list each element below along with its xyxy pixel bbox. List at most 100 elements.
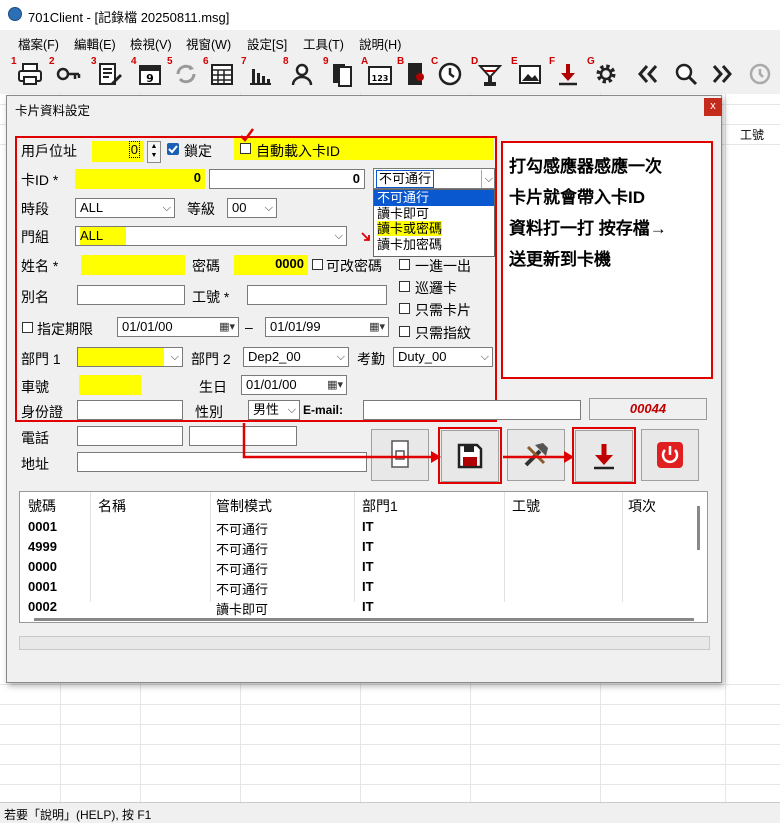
menu-settings[interactable]: 設定[S] [247, 34, 287, 53]
cell-dept: IT [362, 579, 374, 594]
cards-button[interactable]: 9 [323, 56, 358, 90]
callout-line: 送更新到卡機 [509, 250, 611, 269]
door-button[interactable]: B [397, 56, 432, 90]
toolbar-number: 8 [283, 56, 289, 67]
table-row[interactable]: 0001 不可通行 IT [20, 518, 707, 537]
toolbar-number: B [397, 56, 405, 67]
dialog-status-strip [19, 636, 710, 650]
table-header[interactable]: 名稱 [98, 496, 126, 516]
toolbar-number: A [361, 56, 369, 67]
table-header[interactable]: 號碼 [28, 496, 56, 516]
cell-number: 4999 [28, 539, 57, 554]
key-button[interactable]: 2 [49, 56, 84, 90]
clock-button[interactable]: C [431, 56, 466, 90]
horizontal-scrollbar[interactable] [34, 618, 694, 621]
schedule-grid-icon [211, 64, 233, 85]
status-text: 若要「說明」(HELP), 按 F1 [4, 808, 152, 822]
cell-mode: 不可通行 [216, 522, 269, 537]
menu-file[interactable]: 檔案(F) [18, 34, 59, 53]
pass-mode-option[interactable]: 讀卡加密碼 [374, 237, 494, 253]
vertical-scrollbar[interactable] [697, 506, 700, 550]
gear-icon [596, 64, 616, 84]
toolbar-number: G [587, 56, 595, 67]
first-page-button[interactable] [632, 58, 664, 90]
person-button[interactable]: 8 [283, 56, 318, 90]
contact-card-button[interactable]: A 123 [361, 56, 396, 90]
toolbar-number: C [431, 56, 439, 67]
refresh-icon [176, 64, 196, 84]
refresh-button[interactable]: 5 [167, 56, 202, 90]
menu-tools[interactable]: 工具(T) [303, 34, 344, 53]
table-header[interactable]: 項次 [628, 496, 656, 516]
menu-help[interactable]: 說明(H) [359, 34, 401, 53]
menu-bar: 檔案(F) 編輯(E) 檢視(V) 視窗(W) 設定[S] 工具(T) 說明(H… [0, 31, 780, 53]
pass-mode-option[interactable]: 不可通行 [374, 190, 494, 206]
toolbar-number: 5 [167, 56, 173, 67]
cell-mode: 不可通行 [216, 542, 269, 557]
pass-mode-dropdown: 不可通行 讀卡即可 讀卡或密碼 讀卡加密碼 [373, 189, 495, 257]
callout-line: 打勾感應器感應一次 [509, 157, 662, 176]
callout-line: 卡片就會帶入卡ID [509, 188, 645, 207]
svg-text:123: 123 [372, 74, 389, 83]
table-header[interactable]: 工號 [512, 496, 540, 516]
chart-button[interactable]: 7 [241, 56, 276, 90]
image-icon [519, 65, 541, 84]
toolbar-number: E [511, 56, 518, 67]
clock-icon [438, 62, 462, 86]
menu-edit[interactable]: 編輯(E) [74, 34, 116, 53]
edit-list-button[interactable]: 3 [91, 56, 126, 90]
contact-card-icon: 123 [368, 66, 392, 85]
cell-mode: 不可通行 [216, 562, 269, 577]
pass-mode-option[interactable]: 讀卡即可 [374, 206, 494, 222]
table-row[interactable]: 0000 不可通行 IT [20, 558, 707, 577]
double-chevron-right-icon [712, 65, 732, 83]
card-settings-dialog: 卡片資料設定 x 用戶位址 0 ▲ ▼ 鎖定 自動載入卡ID 卡ID * 0 0 … [6, 95, 722, 683]
cell-number: 0000 [28, 559, 57, 574]
table-row[interactable]: 0002 讀卡即可 IT [20, 598, 707, 617]
toolbar-number: 9 [323, 56, 329, 67]
toolbar: 1 2 3 4 9 5 6 7 8 9 A 123 B C D E F G [0, 56, 780, 95]
download-button[interactable]: F [549, 56, 584, 90]
toolbar-number: 4 [131, 56, 137, 67]
menu-window[interactable]: 視窗(W) [186, 34, 231, 53]
card-table: 號碼 名稱 管制模式 部門1 工號 項次 0001 不可通行 IT 4999 不… [19, 491, 708, 623]
calendar-button[interactable]: 4 9 [131, 56, 166, 90]
bar-chart-icon [250, 69, 271, 85]
window-title: 701Client - [記錄檔 20250811.msg] [28, 10, 230, 25]
cell-mode: 不可通行 [216, 582, 269, 597]
cell-dept: IT [362, 519, 374, 534]
key-icon [56, 67, 81, 81]
table-row[interactable]: 4999 不可通行 IT [20, 538, 707, 557]
toolbar-number: 1 [11, 56, 17, 67]
cell-mode: 讀卡即可 [216, 602, 269, 617]
last-page-button[interactable] [706, 58, 738, 90]
pass-mode-option[interactable]: 讀卡或密碼 [377, 221, 443, 236]
settings-button[interactable]: G [587, 56, 622, 90]
image-button[interactable]: E [511, 56, 546, 90]
download-icon [559, 64, 577, 86]
app-icon [8, 7, 22, 21]
calendar-icon: 9 [139, 65, 161, 85]
title-bar: 701Client - [記錄檔 20250811.msg] [0, 0, 780, 30]
table-header[interactable]: 管制模式 [216, 496, 272, 516]
edit-list-icon [99, 63, 122, 85]
glass-icon [477, 65, 503, 86]
person-icon [291, 63, 313, 86]
search-button[interactable] [670, 58, 702, 90]
toolbar-number: 2 [49, 56, 55, 67]
callout-line: 資料打一打 按存檔→ [509, 219, 667, 238]
filter-button[interactable]: D [471, 56, 506, 90]
toolbar-number: F [549, 56, 556, 67]
search-icon [675, 63, 698, 86]
menu-view[interactable]: 檢視(V) [130, 34, 172, 53]
table-row[interactable]: 0001 不可通行 IT [20, 578, 707, 597]
print-button[interactable]: 1 [11, 56, 46, 90]
table-header[interactable]: 部門1 [362, 496, 398, 516]
door-icon [408, 63, 424, 85]
callout-box: 打勾感應器感應一次 卡片就會帶入卡ID 資料打一打 按存檔→ 送更新到卡機 [501, 141, 713, 379]
cell-dept: IT [362, 599, 374, 614]
double-chevron-left-icon [638, 65, 658, 83]
history-button[interactable] [744, 58, 776, 90]
cell-dept: IT [362, 559, 374, 574]
schedule-button[interactable]: 6 [203, 56, 238, 90]
